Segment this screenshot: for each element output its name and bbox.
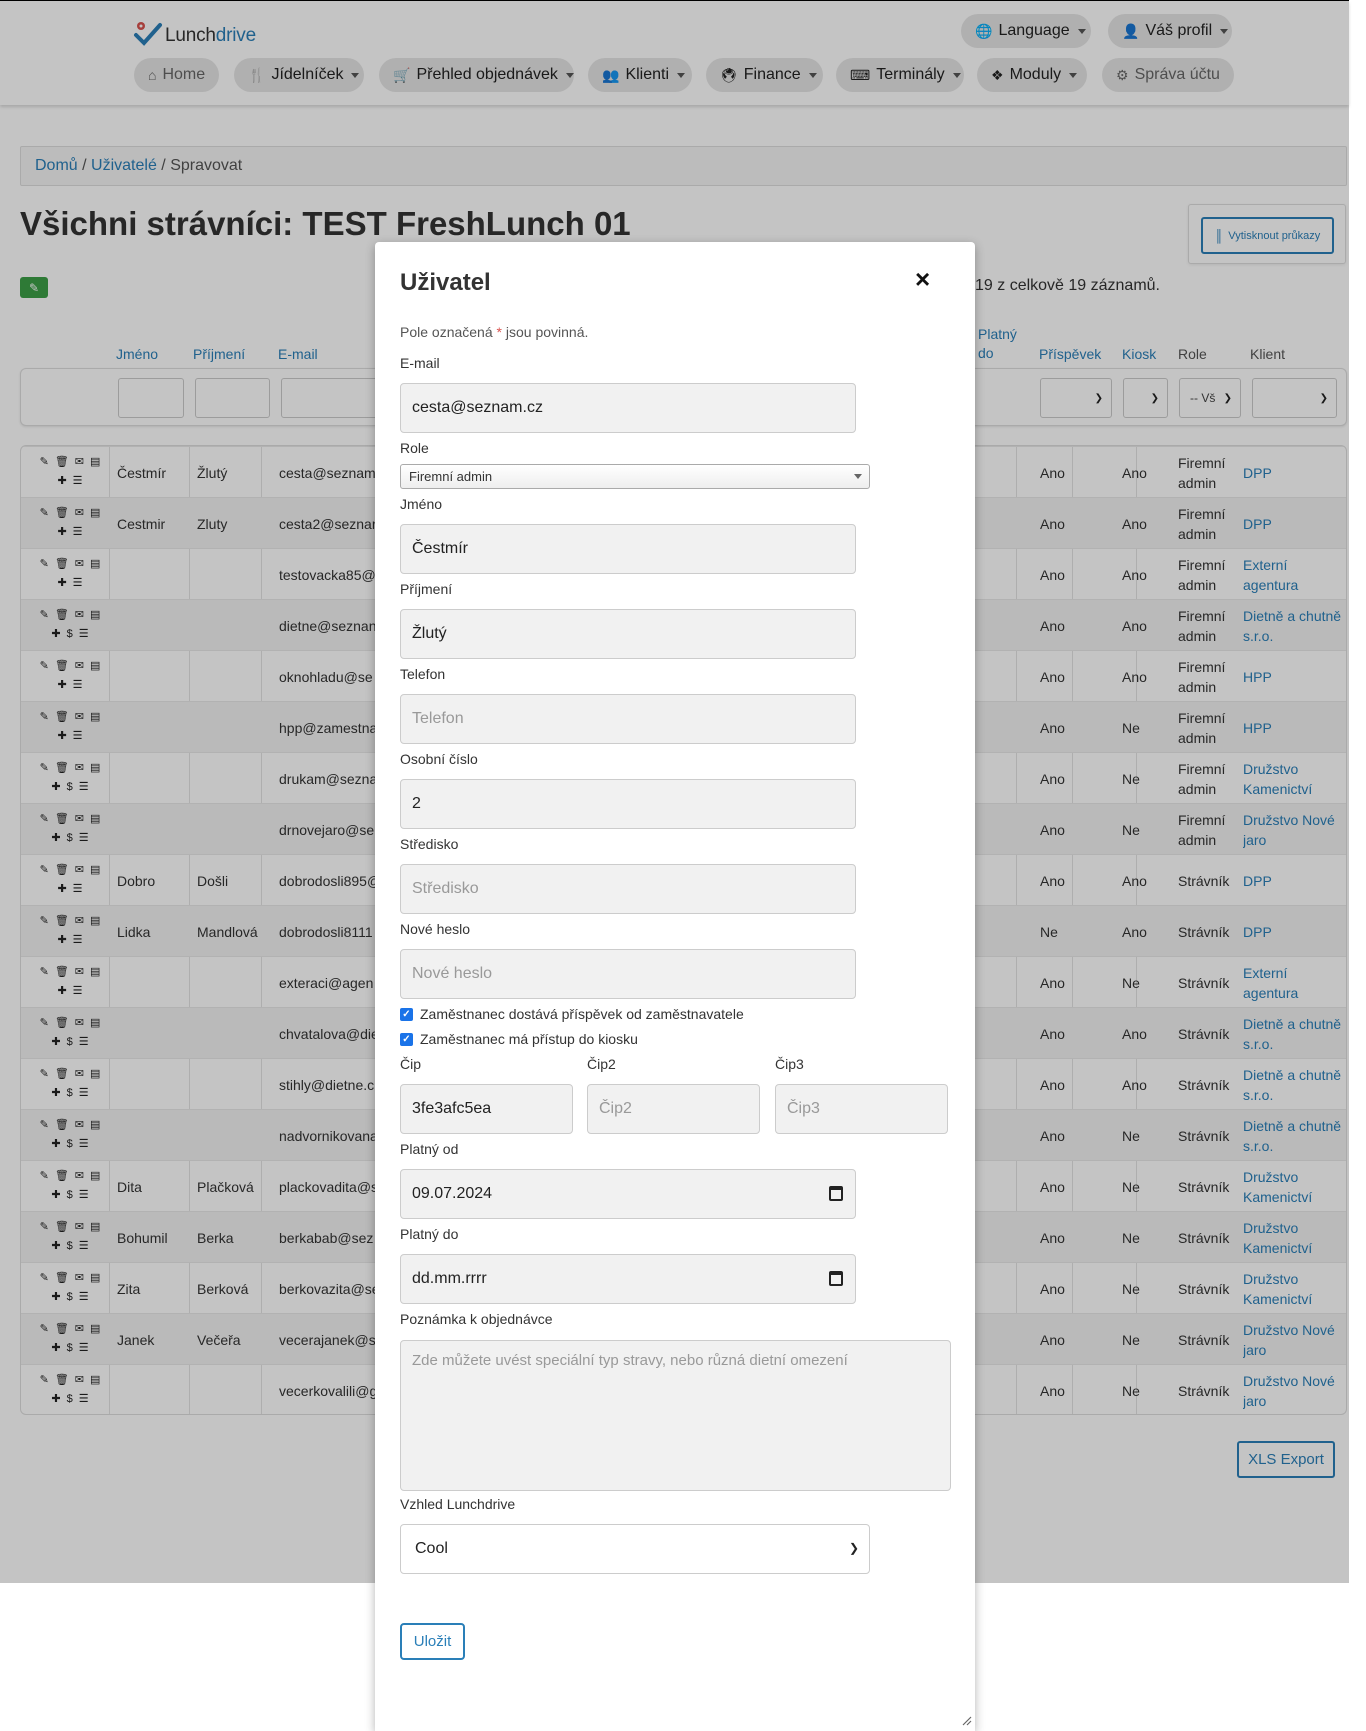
first-name-label: Jméno <box>400 496 443 512</box>
chevron-down-icon: ❯ <box>848 1541 859 1555</box>
theme-select[interactable]: Cool ❯ <box>400 1524 870 1574</box>
user-modal: Uživatel × Pole označená * jsou povinná.… <box>375 242 975 1731</box>
chip3-field[interactable]: Čip3 <box>775 1084 948 1134</box>
password-field[interactable]: Nové heslo <box>400 949 856 999</box>
chip-label: Čip <box>400 1056 422 1072</box>
save-button[interactable]: Uložit <box>400 1623 465 1660</box>
last-name-label: Příjmení <box>400 581 453 597</box>
order-note-textarea[interactable]: Zde můžete uvést speciální typ stravy, n… <box>400 1340 951 1491</box>
valid-to-field[interactable]: dd.mm.rrrr <box>400 1254 856 1304</box>
chip3-label: Čip3 <box>775 1056 804 1072</box>
role-select[interactable]: Firemní admin <box>400 464 870 489</box>
resize-handle-icon[interactable] <box>960 1714 972 1726</box>
role-label: Role <box>400 440 429 456</box>
chip2-label: Čip2 <box>587 1056 616 1072</box>
required-note: Pole označená * jsou povinná. <box>400 324 589 340</box>
valid-from-field[interactable]: 09.07.2024 <box>400 1169 856 1219</box>
email-label: E-mail <box>400 355 440 371</box>
modal-title: Uživatel <box>400 269 491 296</box>
chip2-field[interactable]: Čip2 <box>587 1084 760 1134</box>
phone-field[interactable]: Telefon <box>400 694 856 744</box>
password-label: Nové heslo <box>400 921 471 937</box>
first-name-field[interactable]: Čestmír <box>400 524 856 574</box>
phone-label: Telefon <box>400 666 446 682</box>
order-note-label: Poznámka k objednávce <box>400 1311 553 1327</box>
last-name-field[interactable]: Žlutý <box>400 609 856 659</box>
center-label: Středisko <box>400 836 459 852</box>
center-field[interactable]: Středisko <box>400 864 856 914</box>
checkmark-icon: ✓ <box>400 1032 413 1046</box>
theme-label: Vzhled Lunchdrive <box>400 1496 516 1512</box>
close-icon[interactable]: × <box>915 264 930 294</box>
calendar-icon[interactable] <box>829 1271 843 1286</box>
checkmark-icon: ✓ <box>400 1007 413 1021</box>
personal-number-label: Osobní číslo <box>400 751 478 767</box>
personal-number-field[interactable]: 2 <box>400 779 856 829</box>
valid-to-label: Platný do <box>400 1226 459 1242</box>
chevron-down-icon <box>854 474 862 479</box>
valid-from-label: Platný od <box>400 1141 459 1157</box>
kiosk-checkbox[interactable]: ✓ Zaměstnanec má přístup do kiosku <box>400 1031 638 1047</box>
calendar-icon[interactable] <box>829 1186 843 1201</box>
contribution-checkbox[interactable]: ✓ Zaměstnanec dostává příspěvek od zaměst… <box>400 1006 744 1022</box>
chip-field[interactable]: 3fe3afc5ea <box>400 1084 573 1134</box>
email-field[interactable]: cesta@seznam.cz <box>400 383 856 433</box>
